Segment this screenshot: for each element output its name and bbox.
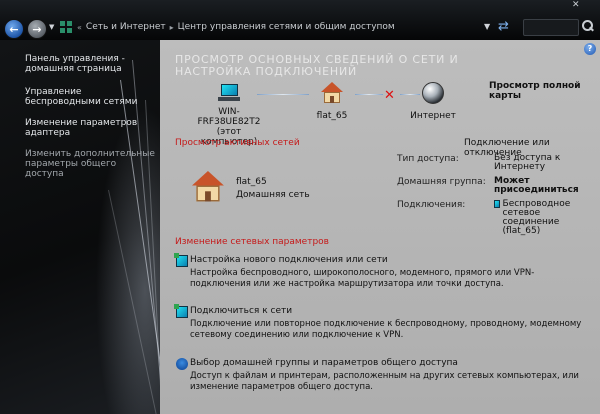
chevron-icon: « (77, 22, 82, 32)
map-node-network[interactable]: flat_65 (310, 82, 354, 121)
full-map-link[interactable]: Просмотр полной карты (489, 81, 600, 101)
sidebar-link-manage-wireless[interactable]: Управление беспроводными сетями (25, 87, 155, 107)
task-title[interactable]: Подключиться к сети (190, 306, 590, 316)
homegroup-label: Домашняя группа: (397, 177, 486, 187)
wireless-connection-icon (494, 200, 500, 208)
sidebar-link-sharing-settings[interactable]: Изменить дополнительные параметры общего… (25, 149, 155, 179)
breadcrumb-network-center[interactable]: Центр управления сетями и общим доступом (178, 22, 395, 32)
computer-icon (218, 84, 240, 102)
connect-network-icon (174, 304, 188, 318)
sidebar-link-control-panel-home[interactable]: Панель управления - домашняя страница (25, 54, 155, 74)
main-content: ? Просмотр основных сведений о сети и на… (160, 40, 600, 414)
back-button[interactable]: ← (4, 19, 24, 39)
active-network-icon (192, 171, 224, 203)
network-name: flat_65 (316, 111, 348, 121)
search-input[interactable] (523, 19, 579, 36)
task-connect-network: Подключиться к сети Подключение или повт… (174, 304, 590, 341)
new-connection-icon (174, 253, 188, 267)
task-homegroup: Выбор домашней группы и параметров общег… (176, 358, 590, 393)
task-description: Подключение или повторное подключение к … (190, 319, 582, 340)
internet-label: Интернет (410, 111, 456, 121)
breadcrumb: « Сеть и Интернет ▸ Центр управления сет… (60, 17, 395, 37)
network-properties: Тип доступа: Без доступа к Интернету Дом… (397, 154, 597, 241)
address-dropdown-icon[interactable]: ▼ (484, 22, 490, 31)
chevron-icon[interactable]: ▸ (170, 23, 174, 32)
no-internet-icon: ✕ (384, 88, 395, 103)
history-dropdown-icon[interactable]: ▼ (49, 23, 54, 31)
refresh-icon[interactable]: ⇄ (498, 19, 509, 34)
homegroup-value[interactable]: Может присоединиться (494, 177, 594, 195)
access-type-value: Без доступа к Интернету (494, 153, 561, 172)
task-title[interactable]: Выбор домашней группы и параметров общег… (190, 358, 590, 368)
sidebar: Панель управления - домашняя страница Уп… (0, 40, 160, 414)
active-network-type[interactable]: Домашняя сеть (236, 190, 310, 201)
connections-value[interactable]: Беспроводное сетевое соединение (flat_65… (503, 200, 594, 236)
forward-button[interactable]: → (27, 19, 47, 39)
task-new-connection: Настройка нового подключения или сети На… (174, 253, 590, 290)
task-description: Доступ к файлам и принтерам, расположенн… (190, 371, 579, 392)
task-title[interactable]: Настройка нового подключения или сети (190, 255, 590, 265)
sidebar-link-adapter-settings[interactable]: Изменение параметров адаптера (25, 118, 155, 138)
access-type-label: Тип доступа: (397, 154, 459, 164)
breadcrumb-network-internet[interactable]: Сеть и Интернет (86, 22, 166, 32)
connections-label: Подключения: (397, 200, 466, 210)
task-description: Настройка беспроводного, широкополосного… (190, 268, 535, 289)
globe-icon (422, 82, 444, 104)
network-folder-icon (60, 20, 73, 34)
map-node-internet[interactable]: Интернет (408, 82, 458, 121)
active-network-name: flat_65 (236, 177, 267, 187)
homegroup-icon (176, 358, 188, 370)
close-icon[interactable]: ✕ (572, 0, 580, 10)
home-network-icon (321, 82, 343, 104)
active-networks-title: Просмотр активных сетей (175, 138, 300, 148)
address-bar: ✕ ← → ▼ « Сеть и Интернет ▸ Центр управл… (0, 0, 600, 40)
change-settings-title: Изменение сетевых параметров (175, 237, 329, 247)
search-icon[interactable] (582, 20, 594, 33)
page-title: Просмотр основных сведений о сети и наст… (175, 53, 459, 78)
help-icon[interactable]: ? (584, 43, 596, 55)
